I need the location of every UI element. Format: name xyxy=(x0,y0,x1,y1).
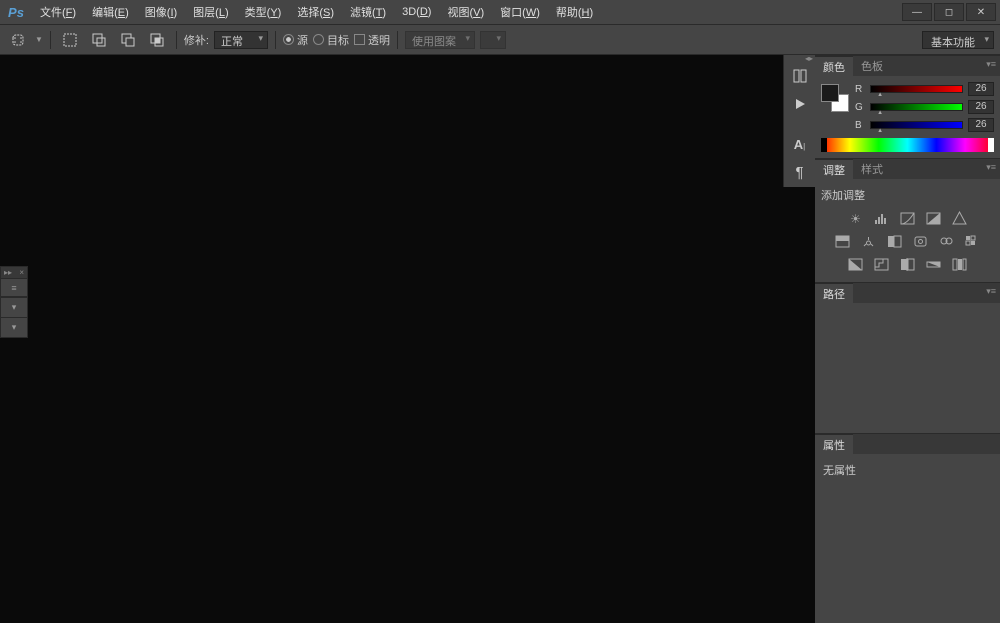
curves-icon[interactable] xyxy=(899,211,916,226)
selection-intersect-icon[interactable] xyxy=(145,30,169,50)
minimize-button[interactable]: — xyxy=(902,3,932,21)
tab-properties[interactable]: 属性 xyxy=(815,434,853,454)
foreground-color-swatch[interactable] xyxy=(821,84,839,102)
vibrance-icon[interactable] xyxy=(951,211,968,226)
paths-panel: 路径 ▾≡ xyxy=(815,282,1000,433)
g-slider[interactable] xyxy=(870,103,963,111)
radio-source[interactable]: 源 xyxy=(283,32,308,48)
canvas-area[interactable] xyxy=(0,55,815,623)
chevron-down-icon[interactable]: ▼ xyxy=(35,35,43,44)
paragraph-icon[interactable]: ¶ xyxy=(784,159,815,185)
patch-tool-icon[interactable] xyxy=(6,30,30,50)
radio-destination[interactable]: 目标 xyxy=(313,32,349,48)
selection-add-icon[interactable] xyxy=(87,30,111,50)
brightness-contrast-icon[interactable]: ☀ xyxy=(847,211,864,226)
invert-icon[interactable] xyxy=(847,257,864,272)
hue-saturation-icon[interactable] xyxy=(834,234,851,249)
exposure-icon[interactable] xyxy=(925,211,942,226)
hue-strip[interactable] xyxy=(821,138,994,152)
menu-view[interactable]: 视图(V) xyxy=(439,4,492,20)
foreground-background-swatch[interactable] xyxy=(821,84,849,112)
workspace-selector[interactable]: 基本功能 xyxy=(922,31,994,49)
patch-label: 修补: xyxy=(184,32,209,48)
menu-window[interactable]: 窗口(W) xyxy=(492,4,548,20)
channel-mixer-icon[interactable] xyxy=(938,234,955,249)
menu-type[interactable]: 类型(Y) xyxy=(237,4,290,20)
collapsed-panel-button-2[interactable]: ▾ xyxy=(1,317,27,337)
r-slider[interactable] xyxy=(870,85,963,93)
threshold-icon[interactable] xyxy=(899,257,916,272)
close-icon[interactable]: × xyxy=(19,268,24,277)
tab-color[interactable]: 颜色 xyxy=(815,56,853,76)
tab-styles[interactable]: 样式 xyxy=(853,159,891,179)
right-panels: 颜色 色板 ▾≡ R 26 G 26 B xyxy=(815,55,1000,623)
photo-filter-icon[interactable] xyxy=(912,234,929,249)
r-value[interactable]: 26 xyxy=(968,82,994,96)
tab-swatches[interactable]: 色板 xyxy=(853,56,891,76)
menu-image[interactable]: 图像(I) xyxy=(137,4,185,20)
checkbox-transparent[interactable]: 透明 xyxy=(354,32,390,48)
selection-new-icon[interactable] xyxy=(58,30,82,50)
color-lookup-icon[interactable] xyxy=(964,234,981,249)
menu-help[interactable]: 帮助(H) xyxy=(548,4,601,20)
panel-collapse-icon[interactable]: ◂▸ xyxy=(805,54,813,63)
collapsed-panel-icon[interactable]: ≡ xyxy=(1,279,27,297)
panel-menu-icon[interactable]: ▾≡ xyxy=(986,59,996,70)
menu-layer[interactable]: 图层(L) xyxy=(185,4,236,20)
tab-paths[interactable]: 路径 xyxy=(815,283,853,303)
gradient-map-icon[interactable] xyxy=(925,257,942,272)
left-collapsed-panel: ▸▸ × ≡ ▾ ▾ xyxy=(0,266,28,338)
add-adjustment-label: 添加调整 xyxy=(821,187,994,203)
color-panel: 颜色 色板 ▾≡ R 26 G 26 B xyxy=(815,55,1000,158)
b-label: B xyxy=(855,120,865,131)
selective-color-icon[interactable] xyxy=(951,257,968,272)
maximize-button[interactable]: ◻ xyxy=(934,3,964,21)
adjustments-panel: 调整 样式 ▾≡ 添加调整 ☀ xyxy=(815,158,1000,282)
mode-select[interactable]: 正常 xyxy=(214,31,268,49)
tab-adjustments[interactable]: 调整 xyxy=(815,159,853,179)
collapsed-panel-button-1[interactable]: ▾ xyxy=(1,297,27,317)
b-slider[interactable] xyxy=(870,121,963,129)
menu-select[interactable]: 选择(S) xyxy=(289,4,342,20)
menu-3d[interactable]: 3D(D) xyxy=(394,6,439,18)
g-label: G xyxy=(855,102,865,113)
collapsed-panel-strip: ◂▸ A| ¶ xyxy=(783,55,815,187)
options-bar: ▼ 修补: 正常 源 目标 透明 使用图案 基本功能 xyxy=(0,25,1000,55)
pattern-picker xyxy=(480,31,506,49)
color-balance-icon[interactable] xyxy=(860,234,877,249)
levels-icon[interactable] xyxy=(873,211,890,226)
menu-bar: Ps 文件(F) 编辑(E) 图像(I) 图层(L) 类型(Y) 选择(S) 滤… xyxy=(0,0,1000,25)
selection-subtract-icon[interactable] xyxy=(116,30,140,50)
paths-list[interactable] xyxy=(815,303,1000,433)
black-white-icon[interactable] xyxy=(886,234,903,249)
b-value[interactable]: 26 xyxy=(968,118,994,132)
g-value[interactable]: 26 xyxy=(968,100,994,114)
posterize-icon[interactable] xyxy=(873,257,890,272)
character-icon[interactable]: A| xyxy=(784,131,815,157)
r-label: R xyxy=(855,84,865,95)
actions-icon[interactable] xyxy=(784,91,815,117)
expand-icon[interactable]: ▸▸ xyxy=(4,268,12,277)
close-button[interactable]: ✕ xyxy=(966,3,996,21)
no-properties-text: 无属性 xyxy=(823,462,992,478)
menu-edit[interactable]: 编辑(E) xyxy=(84,4,137,20)
panel-menu-icon[interactable]: ▾≡ xyxy=(986,286,996,297)
menu-file[interactable]: 文件(F) xyxy=(32,4,84,20)
properties-panel: 属性 无属性 xyxy=(815,433,1000,623)
app-logo: Ps xyxy=(4,0,28,24)
panel-menu-icon[interactable]: ▾≡ xyxy=(986,162,996,173)
use-pattern-button: 使用图案 xyxy=(405,31,475,49)
history-icon[interactable] xyxy=(784,63,815,89)
menu-filter[interactable]: 滤镜(T) xyxy=(342,4,394,20)
